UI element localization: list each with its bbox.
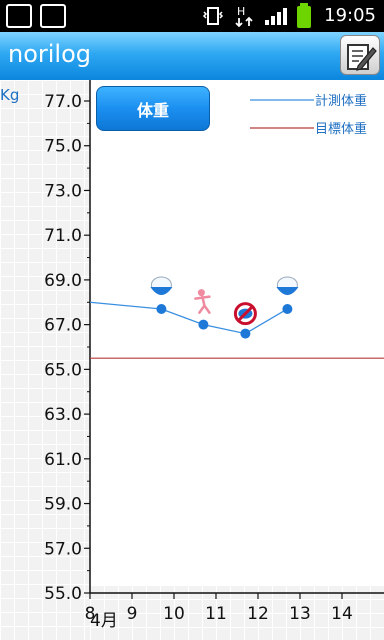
weight-button[interactable]: 体重 <box>96 86 210 131</box>
y-tick-label: 63.0 <box>44 405 82 425</box>
x-tick-label: 14 <box>331 604 353 624</box>
status-bar: H 19:05 <box>0 0 384 32</box>
x-tick-label: 9 <box>127 604 138 624</box>
signal-icon <box>265 8 287 25</box>
y-tick-label: 71.0 <box>44 226 82 246</box>
data-point <box>156 303 167 314</box>
data-point <box>282 303 293 314</box>
measured-weight-line <box>89 301 288 335</box>
pink-figure-icon <box>194 289 211 314</box>
mail-icon <box>40 4 66 28</box>
y-unit-label: Kg <box>0 86 19 104</box>
chart-svg: 77.0 75.0 73.0 71.0 69.0 67.0 65.0 63.0 61.0 59.0… <box>0 80 384 631</box>
edit-note-icon <box>347 44 377 71</box>
title-bar: norilog <box>0 32 384 80</box>
data-point <box>198 319 209 330</box>
bowl <box>276 286 299 295</box>
x-month-label: 4月 <box>90 611 118 631</box>
figure-head <box>197 289 205 297</box>
y-tick-label: 55.0 <box>44 584 82 604</box>
svg-text:H: H <box>237 5 245 18</box>
legend-measured-label: 計測体重 <box>315 93 367 109</box>
app-title: norilog <box>8 40 92 68</box>
y-tick-label: 57.0 <box>44 539 82 559</box>
no-sign-icon <box>233 302 257 326</box>
data-arrows-icon: H <box>235 5 253 28</box>
data-point <box>240 328 251 339</box>
y-tick-label: 75.0 <box>44 137 82 157</box>
x-tick-label: 11 <box>205 604 227 624</box>
edit-button[interactable] <box>340 35 380 75</box>
bowl <box>150 286 173 295</box>
x-tick-label: 12 <box>247 604 269 624</box>
figure-body <box>194 295 211 314</box>
weight-chart: 77.0 75.0 73.0 71.0 69.0 67.0 65.0 63.0 61.0 59.0… <box>0 80 384 640</box>
notification-icon <box>6 4 32 28</box>
y-tick-label: 69.0 <box>44 271 82 291</box>
rice-ball-icon <box>276 276 299 295</box>
y-tick-label: 65.0 <box>44 360 82 380</box>
y-tick-label: 77.0 <box>44 92 82 112</box>
legend-target-label: 目標体重 <box>315 121 367 137</box>
y-tick-label: 59.0 <box>44 495 82 515</box>
rice-ball-icon <box>150 276 173 295</box>
vibrate-icon <box>202 7 224 25</box>
battery-icon <box>297 3 311 28</box>
x-tick-label: 13 <box>289 604 311 624</box>
x-tick-label: 10 <box>163 604 185 624</box>
y-tick-label: 67.0 <box>44 316 82 336</box>
y-tick-label: 73.0 <box>44 181 82 201</box>
y-tick-label: 61.0 <box>44 450 82 470</box>
clock: 19:05 <box>324 5 376 26</box>
